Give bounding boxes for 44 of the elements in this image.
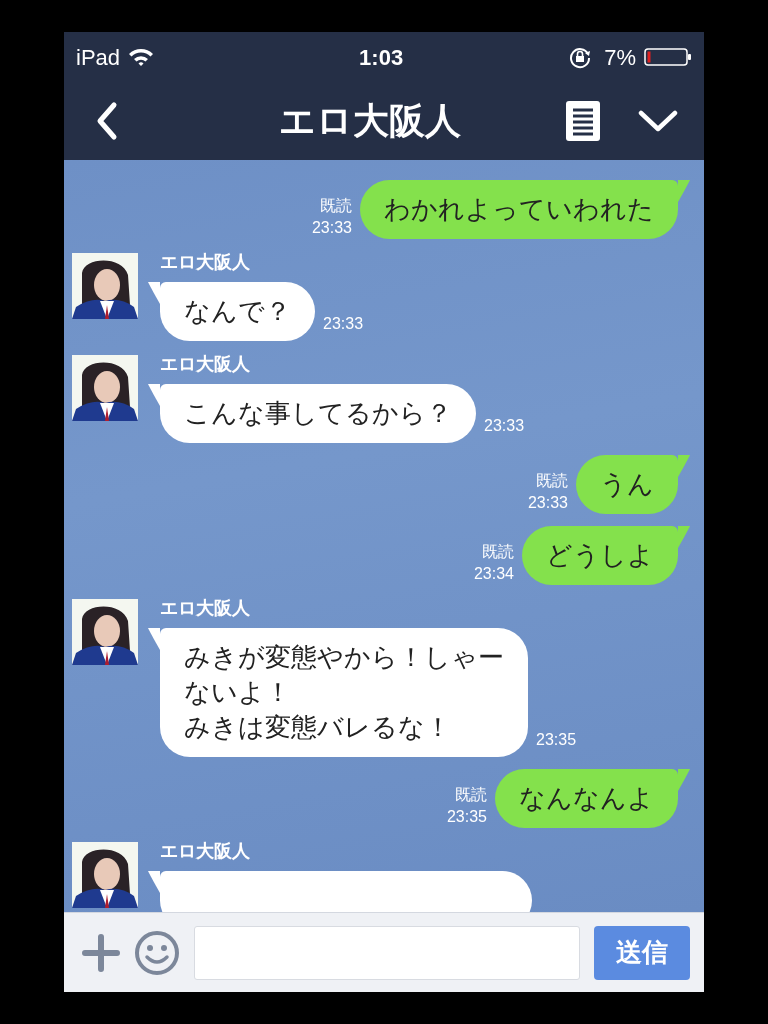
battery-icon xyxy=(644,47,692,67)
message-text: ないよ！ xyxy=(184,676,292,709)
notes-icon[interactable] xyxy=(566,101,600,141)
sender-name: エロ大阪人 xyxy=(160,251,251,273)
wifi-icon xyxy=(128,47,155,67)
message-text: みきが変態やから！しゃー xyxy=(184,641,504,674)
message-text: みきは変態バレるな！ xyxy=(184,711,452,744)
read-receipt: 既読 xyxy=(535,471,568,491)
carrier-label: iPad xyxy=(76,43,121,72)
message-bubble: わかれよっていわれた xyxy=(360,180,678,239)
message-bubble: なんなんよ xyxy=(495,769,678,828)
message-time: 23:33 xyxy=(527,493,568,513)
message-input[interactable] xyxy=(194,925,580,980)
read-receipt: 既読 xyxy=(454,785,487,805)
read-receipt: 既読 xyxy=(319,196,352,216)
bubble-tail xyxy=(678,455,690,479)
bubble-tail xyxy=(678,180,690,204)
plus-icon[interactable] xyxy=(82,933,120,972)
emoji-icon[interactable] xyxy=(134,929,180,976)
rotation-lock-icon xyxy=(568,45,593,69)
message-bubble: こんな事してるから？ xyxy=(160,384,476,443)
bubble-tail xyxy=(678,526,690,550)
message-time: 23:35 xyxy=(446,807,487,827)
sender-name: エロ大阪人 xyxy=(160,840,251,862)
read-receipt: 既読 xyxy=(481,542,514,562)
bubble-tail xyxy=(148,282,160,306)
bubble-tail xyxy=(148,384,160,408)
send-button[interactable]: 送信 xyxy=(594,925,690,980)
sender-name: エロ大阪人 xyxy=(160,597,251,619)
chat-title: エロ大阪人 xyxy=(279,99,461,143)
message-bubble: なんで？ xyxy=(160,282,315,341)
clock-time: 1:03 xyxy=(359,43,404,72)
bubble-tail xyxy=(148,871,160,895)
message-time: 23:33 xyxy=(323,314,364,334)
chevron-down-icon[interactable] xyxy=(638,109,678,133)
sender-name: エロ大阪人 xyxy=(160,353,251,375)
message-time: 23:33 xyxy=(484,416,525,436)
battery-percent: 7% xyxy=(604,43,636,72)
bubble-tail xyxy=(678,769,690,793)
message-bubble: うん xyxy=(576,455,678,514)
message-time: 23:35 xyxy=(536,730,577,750)
message-time: 23:34 xyxy=(473,564,514,584)
message-bubble: どうしよ xyxy=(522,526,678,585)
message-time: 23:33 xyxy=(311,218,352,238)
